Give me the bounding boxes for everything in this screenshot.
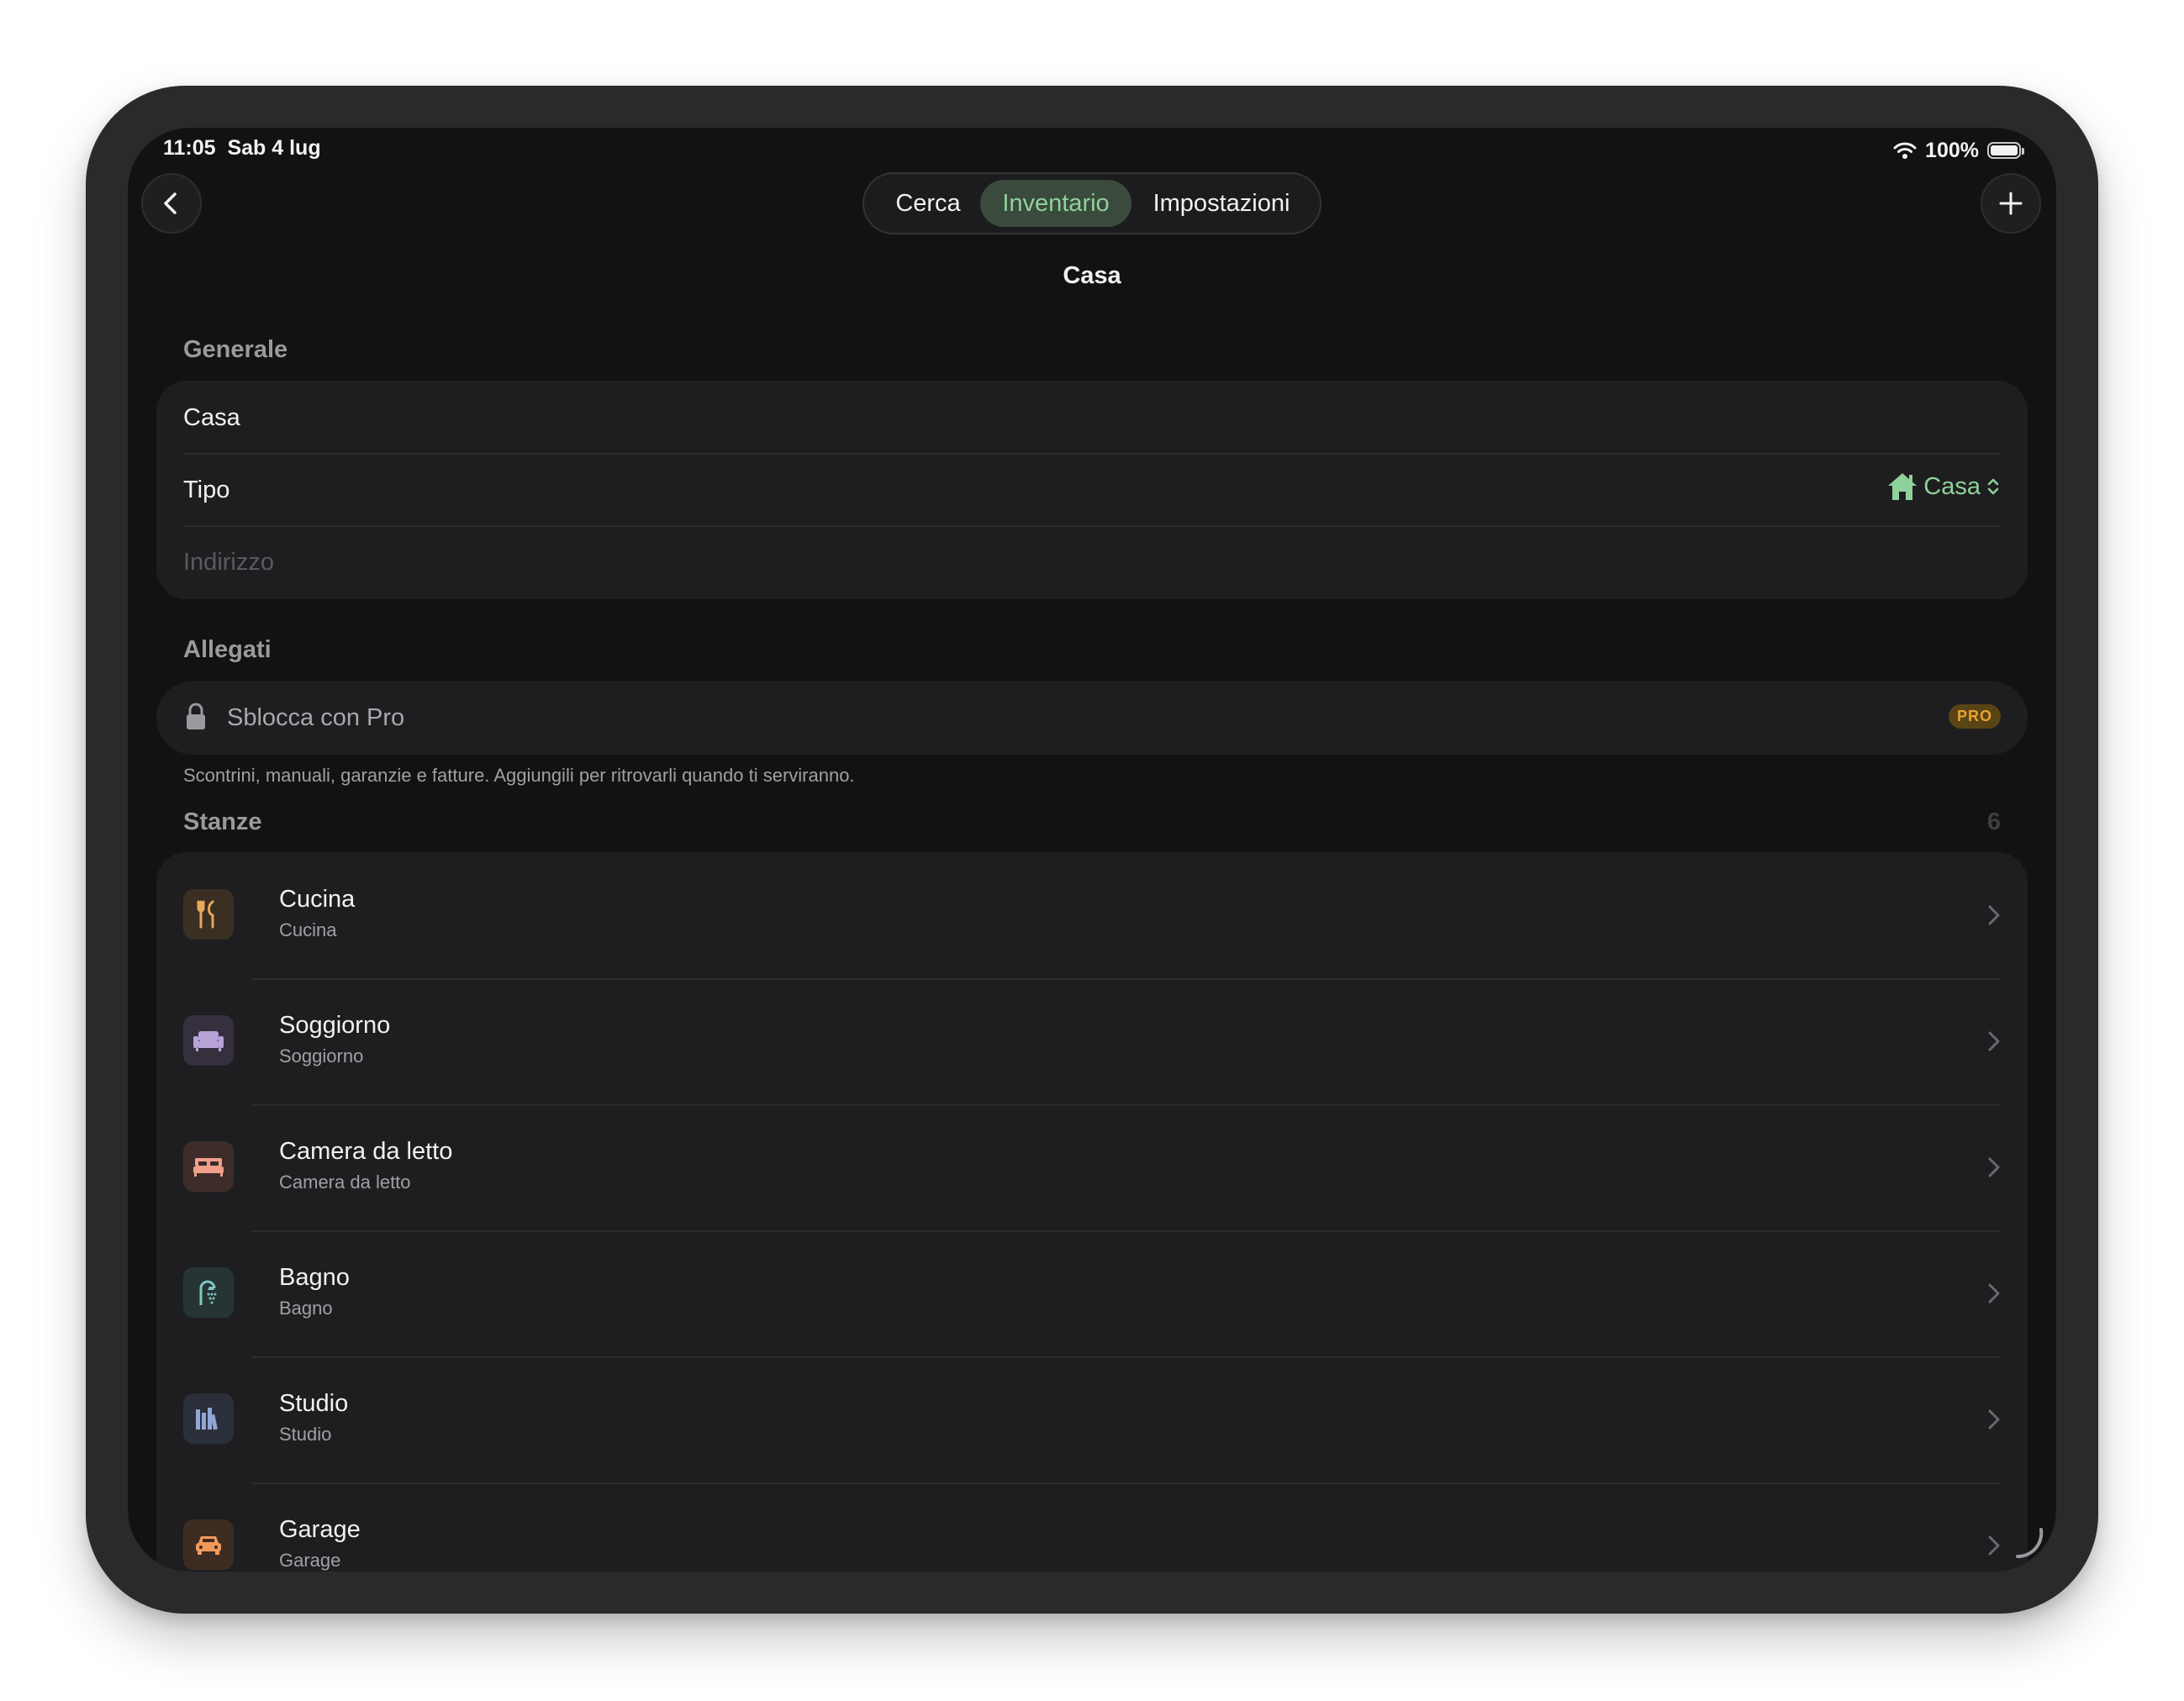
chevron-right-icon (1988, 1409, 2000, 1430)
room-title: Soggiorno (279, 1012, 391, 1039)
room-subtitle: Bagno (279, 1298, 333, 1319)
room-title: Camera da letto (279, 1138, 453, 1165)
room-subtitle: Garage (279, 1550, 341, 1571)
tab-impostazioni[interactable]: Impostazioni (1132, 180, 1311, 227)
lock-icon (187, 703, 205, 729)
house-icon (1888, 473, 1918, 500)
page-title: Casa (1063, 262, 1121, 289)
tipo-value: Casa (1923, 472, 1981, 500)
status-indicators: 100% (1893, 136, 2024, 165)
pro-badge: PRO (1948, 704, 2001, 729)
list-item[interactable]: Bagno Bagno (156, 1230, 2028, 1356)
chevron-right-icon (1988, 1157, 2000, 1177)
battery-icon (1987, 142, 2024, 159)
back-button[interactable] (141, 173, 202, 234)
generale-card: Casa Tipo Casa Indirizzo (156, 381, 2028, 599)
section-header-stanze: Stanze (183, 808, 262, 835)
divider (183, 525, 2001, 527)
chevron-right-icon (1988, 1283, 2000, 1303)
list-item[interactable]: Soggiorno Soggiorno (156, 978, 2028, 1104)
battery-percent: 100% (1925, 138, 1979, 162)
room-title: Cucina (279, 886, 356, 913)
list-item[interactable]: Cucina Cucina (156, 852, 2028, 978)
allegati-footnote: Scontrini, manuali, garanzie e fatture. … (183, 765, 855, 786)
list-item[interactable]: Camera da letto Camera da letto (156, 1104, 2028, 1230)
room-title: Garage (279, 1516, 361, 1543)
section-header-generale: Generale (183, 336, 288, 363)
car-icon (183, 1519, 234, 1570)
tipo-picker[interactable]: Casa (1886, 471, 2001, 502)
list-item[interactable]: Studio Studio (156, 1356, 2028, 1482)
loading-spinner-icon (2016, 1528, 2044, 1559)
add-button[interactable] (1981, 173, 2041, 234)
room-subtitle: Cucina (279, 919, 337, 940)
chevron-right-icon (1988, 1535, 2000, 1556)
app-screen: 11:05 Sab 4 lug 100% Cerca Inventario Im… (128, 128, 2056, 1572)
tab-bar: Cerca Inventario Impostazioni (863, 172, 1321, 234)
plus-icon (1999, 192, 2023, 215)
room-subtitle: Camera da letto (279, 1172, 411, 1193)
room-title: Studio (279, 1390, 349, 1417)
books-icon (183, 1393, 234, 1444)
tab-inventario[interactable]: Inventario (980, 180, 1132, 227)
shower-icon (183, 1267, 234, 1318)
tipo-label: Tipo (183, 477, 230, 503)
fork-knife-icon (183, 889, 234, 940)
wifi-icon (1893, 142, 1917, 159)
room-title: Bagno (279, 1264, 350, 1291)
name-field[interactable]: Casa (183, 404, 240, 432)
unlock-pro-row[interactable]: Sblocca con Pro PRO (156, 681, 2028, 755)
list-item[interactable]: Garage Garage (156, 1482, 2028, 1572)
room-subtitle: Soggiorno (279, 1045, 364, 1066)
chevron-updown-icon (1987, 478, 1999, 495)
chevron-right-icon (1988, 905, 2000, 925)
rooms-count: 6 (1986, 808, 2001, 835)
section-header-allegati: Allegati (183, 636, 272, 663)
address-field[interactable]: Indirizzo (183, 549, 274, 577)
chevron-right-icon (1988, 1031, 2000, 1051)
chevron-left-icon (164, 192, 177, 214)
rooms-list: Cucina Cucina Soggiorno Soggiorno Camera… (156, 852, 2028, 1572)
divider (183, 453, 2001, 455)
unlock-label: Sblocca con Pro (227, 704, 405, 731)
tab-cerca[interactable]: Cerca (876, 180, 980, 227)
room-subtitle: Studio (279, 1424, 332, 1445)
status-time: 11:05 Sab 4 lug (163, 136, 321, 160)
bed-icon (183, 1141, 234, 1192)
sofa-icon (183, 1015, 234, 1066)
